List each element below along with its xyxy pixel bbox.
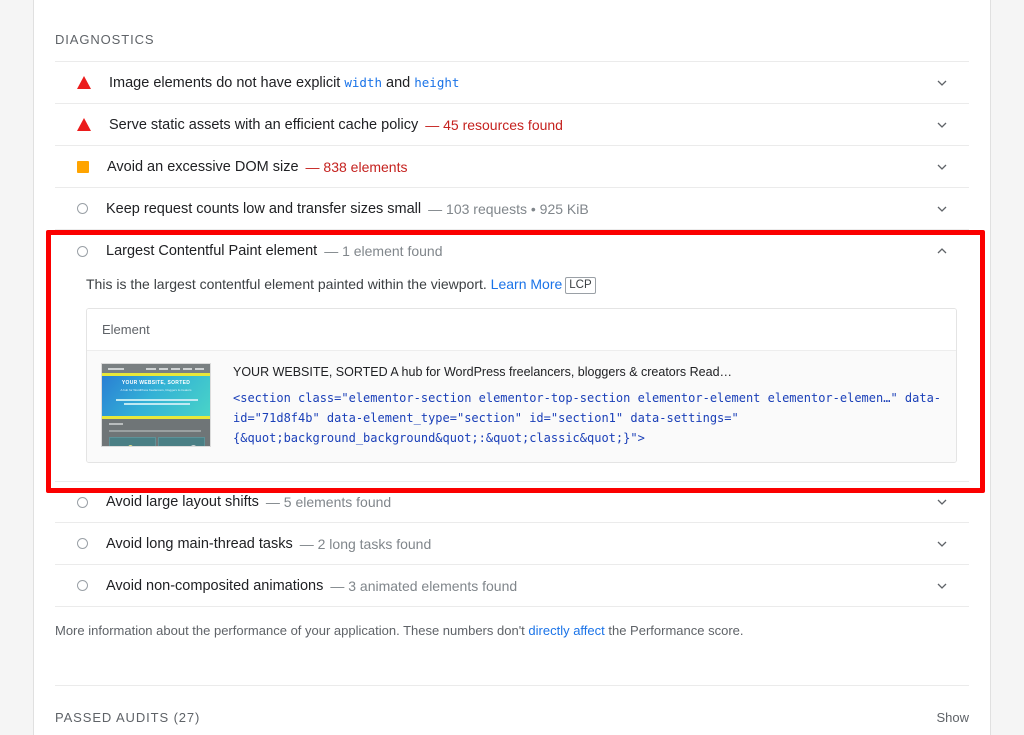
thumbnail-icon-dot — [128, 445, 133, 447]
severity-error-icon — [77, 118, 91, 131]
passed-audits-show-button[interactable]: Show — [936, 710, 969, 725]
learn-more-link[interactable]: Learn More — [491, 276, 563, 292]
table-column-header-element: Element — [87, 309, 956, 351]
audit-title: Avoid large layout shifts — [106, 492, 259, 512]
passed-audits-header: PASSED AUDITS (27) Show — [55, 686, 969, 725]
severity-info-icon — [77, 497, 88, 508]
audit-list: Image elements do not have explicit widt… — [55, 61, 969, 607]
thumbnail-navlinks — [146, 368, 204, 370]
element-text-block: YOUR WEBSITE, SORTED A hub for WordPress… — [211, 363, 942, 448]
audit-metric: — 45 resources found — [425, 117, 563, 133]
audit-title-mid: and — [382, 75, 414, 91]
thumbnail-card-2 — [158, 437, 205, 447]
chevron-down-icon[interactable] — [933, 535, 951, 553]
thumbnail-body-line — [109, 430, 201, 432]
audit-title: Keep request counts low and transfer siz… — [106, 199, 421, 219]
section-heading-diagnostics: DIAGNOSTICS — [55, 0, 969, 61]
thumbnail-hero-title: YOUR WEBSITE, SORTED — [122, 380, 190, 386]
chevron-down-icon[interactable] — [933, 200, 951, 218]
audit-header-lcp[interactable]: Largest Contentful Paint element — 1 ele… — [55, 230, 969, 272]
lcp-description: This is the largest contentful element p… — [86, 272, 969, 308]
lcp-details-panel: This is the largest contentful element p… — [55, 272, 969, 481]
severity-info-icon — [77, 246, 88, 257]
audit-title: Image elements do not have explicit widt… — [109, 73, 459, 93]
chevron-down-icon[interactable] — [933, 493, 951, 511]
chevron-down-icon[interactable] — [933, 74, 951, 92]
audit-title: Avoid non-composited animations — [106, 576, 323, 596]
audit-metric: — 838 elements — [306, 159, 408, 175]
audit-row-layout-shifts[interactable]: Avoid large layout shifts — 5 elements f… — [55, 481, 969, 523]
audit-row-non-composited-animations[interactable]: Avoid non-composited animations — 3 anim… — [55, 565, 969, 607]
chevron-down-icon[interactable] — [933, 577, 951, 595]
passed-audits-title-text: PASSED AUDITS — [55, 710, 169, 725]
chevron-down-icon[interactable] — [933, 116, 951, 134]
card-inner: DIAGNOSTICS Image elements do not have e… — [34, 0, 990, 725]
severity-error-icon — [77, 76, 91, 89]
audit-row-dom-size[interactable]: Avoid an excessive DOM size — 838 elemen… — [55, 146, 969, 188]
element-thumbnail: YOUR WEBSITE, SORTED A hub for WordPress… — [101, 363, 211, 447]
element-snippet: YOUR WEBSITE, SORTED A hub for WordPress… — [233, 364, 942, 381]
lcp-acronym-badge: LCP — [565, 277, 595, 294]
audit-row-main-thread-tasks[interactable]: Avoid long main-thread tasks — 2 long ta… — [55, 523, 969, 565]
thumbnail-icon-dot — [190, 445, 197, 447]
thumbnail-hero-line-1 — [116, 399, 198, 401]
audit-metric: — 2 long tasks found — [300, 536, 432, 552]
audit-metric: — 103 requests • 925 KiB — [428, 201, 589, 217]
element-html-code: <section class="elementor-section elemen… — [233, 381, 942, 448]
severity-info-icon — [77, 203, 88, 214]
lcp-element-table: Element YOUR WEBSITE, SORTED A hub f — [86, 308, 957, 463]
footer-note-after: the Performance score. — [605, 623, 744, 638]
audit-title: Serve static assets with an efficient ca… — [109, 115, 418, 135]
severity-info-icon — [77, 538, 88, 549]
lcp-description-text: This is the largest contentful element p… — [86, 276, 487, 292]
audit-row-cache-policy[interactable]: Serve static assets with an efficient ca… — [55, 104, 969, 146]
footer-note-before: More information about the performance o… — [55, 623, 528, 638]
thumbnail-body — [102, 419, 210, 446]
chevron-down-icon[interactable] — [933, 158, 951, 176]
audit-row-image-explicit-size[interactable]: Image elements do not have explicit widt… — [55, 62, 969, 104]
lighthouse-report-page: DIAGNOSTICS Image elements do not have e… — [0, 0, 1024, 735]
audit-metric: — 5 elements found — [266, 494, 391, 510]
report-card: DIAGNOSTICS Image elements do not have e… — [33, 0, 991, 735]
chevron-up-icon[interactable] — [933, 242, 951, 260]
audit-metric: — 3 animated elements found — [330, 578, 517, 594]
table-row: YOUR WEBSITE, SORTED A hub for WordPress… — [87, 351, 956, 462]
passed-audits-count: (27) — [174, 710, 201, 725]
audit-code-height: height — [414, 75, 459, 90]
severity-warning-icon — [77, 161, 89, 173]
audit-row-lcp-element[interactable]: Largest Contentful Paint element — 1 ele… — [55, 230, 969, 481]
passed-audits-title: PASSED AUDITS (27) — [55, 710, 200, 725]
audit-code-width: width — [344, 75, 382, 90]
thumbnail-hero-subtitle: A hub for WordPress freelancers, blogger… — [121, 388, 192, 392]
thumbnail-hero-line-2 — [124, 403, 190, 405]
audit-title: Largest Contentful Paint element — [106, 241, 317, 261]
audit-title: Avoid long main-thread tasks — [106, 534, 293, 554]
audit-title: Avoid an excessive DOM size — [107, 157, 299, 177]
thumbnail-body-label — [109, 423, 123, 425]
directly-affect-link[interactable]: directly affect — [528, 623, 604, 638]
severity-info-icon — [77, 580, 88, 591]
diagnostics-footer-note: More information about the performance o… — [55, 607, 969, 640]
audit-row-request-counts[interactable]: Keep request counts low and transfer siz… — [55, 188, 969, 230]
audit-title-text: Image elements do not have explicit — [109, 75, 344, 91]
audit-metric: — 1 element found — [324, 243, 442, 259]
